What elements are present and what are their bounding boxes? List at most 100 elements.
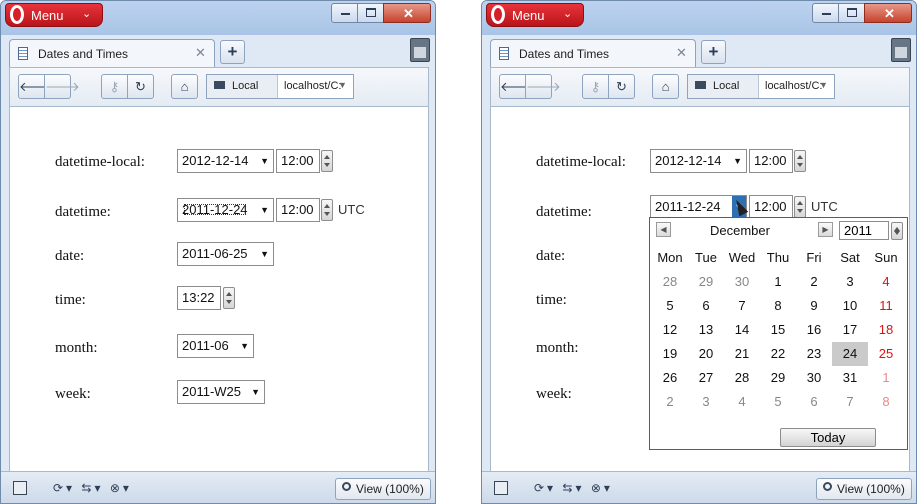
week-select[interactable]: 2011-W25 ▼ bbox=[177, 380, 265, 404]
calendar-day[interactable]: 2 bbox=[796, 270, 832, 294]
datetime-date-select[interactable]: 2011-12-24 ▼ bbox=[177, 198, 274, 222]
spinner-icon[interactable] bbox=[321, 150, 333, 172]
calendar-day[interactable]: 17 bbox=[832, 318, 868, 342]
calendar-day[interactable]: 28 bbox=[724, 366, 760, 390]
zoom-button[interactable]: View (100%) bbox=[335, 478, 431, 500]
datetime-local-date-select[interactable]: 2012-12-14 ▼ bbox=[650, 149, 747, 173]
reload-button[interactable]: ↻ bbox=[127, 74, 154, 99]
address-field[interactable]: Local localhost/C: ▼ bbox=[206, 74, 354, 99]
status-icons[interactable]: ⟳▾ ⇆▾ ⊗▾ bbox=[534, 481, 613, 495]
calendar-day[interactable]: 16 bbox=[796, 318, 832, 342]
close-window-button[interactable]: ✕ bbox=[864, 3, 912, 23]
calendar-day[interactable]: 30 bbox=[796, 366, 832, 390]
calendar-day[interactable]: 30 bbox=[724, 270, 760, 294]
calendar-day[interactable]: 6 bbox=[688, 294, 724, 318]
chevron-down-icon[interactable]: ▼ bbox=[338, 80, 347, 90]
calendar-day[interactable]: 21 bbox=[724, 342, 760, 366]
reload-button[interactable]: ↻ bbox=[608, 74, 635, 99]
datetime-date-select[interactable]: 2011-12-24 ▼ bbox=[650, 195, 747, 219]
calendar-day[interactable]: 12 bbox=[652, 318, 688, 342]
back-button[interactable]: 🡐 bbox=[499, 74, 535, 99]
calendar-day[interactable]: 13 bbox=[688, 318, 724, 342]
trash-icon[interactable] bbox=[891, 38, 911, 62]
chevron-down-icon[interactable]: ▼ bbox=[819, 80, 828, 90]
maximize-button[interactable] bbox=[838, 3, 865, 23]
calendar-day[interactable]: 3 bbox=[832, 270, 868, 294]
calendar-day[interactable]: 29 bbox=[760, 366, 796, 390]
maximize-button[interactable] bbox=[357, 3, 384, 23]
calendar-day[interactable]: 22 bbox=[760, 342, 796, 366]
calendar-day[interactable]: 11 bbox=[868, 294, 904, 318]
calendar-day[interactable]: 27 bbox=[688, 366, 724, 390]
calendar-day[interactable]: 5 bbox=[760, 390, 796, 414]
calendar-day[interactable]: 2 bbox=[652, 390, 688, 414]
address-field[interactable]: Local localhost/C: ▼ bbox=[687, 74, 835, 99]
datetime-time-input[interactable]: 12:00 bbox=[276, 198, 320, 222]
calendar-day[interactable]: 26 bbox=[652, 366, 688, 390]
zoom-button[interactable]: View (100%) bbox=[816, 478, 912, 500]
close-tab-icon[interactable]: ✕ bbox=[195, 45, 206, 61]
calendar-day[interactable]: 20 bbox=[688, 342, 724, 366]
next-month-button[interactable]: ▶ bbox=[818, 222, 833, 237]
prev-month-button[interactable]: ◀ bbox=[656, 222, 671, 237]
close-tab-icon[interactable]: ✕ bbox=[676, 45, 687, 61]
calendar-day[interactable]: 1 bbox=[760, 270, 796, 294]
trash-icon[interactable] bbox=[410, 38, 430, 62]
today-button[interactable]: Today bbox=[780, 428, 876, 447]
calendar-day[interactable]: 10 bbox=[832, 294, 868, 318]
time-input[interactable]: 13:22 bbox=[177, 286, 221, 310]
close-window-button[interactable]: ✕ bbox=[383, 3, 431, 23]
datetime-local-time-input[interactable]: 12:00 bbox=[749, 149, 793, 173]
calendar-day[interactable]: 19 bbox=[652, 342, 688, 366]
forward-button[interactable]: 🡒 bbox=[525, 74, 561, 99]
calendar-day[interactable]: 7 bbox=[724, 294, 760, 318]
menu-button[interactable]: Menu ⌄ bbox=[486, 3, 584, 27]
calendar-day[interactable]: 14 bbox=[724, 318, 760, 342]
calendar-day[interactable]: 18 bbox=[868, 318, 904, 342]
home-button[interactable]: ⌂ bbox=[171, 74, 198, 99]
back-button[interactable]: 🡐 bbox=[18, 74, 54, 99]
calendar-day[interactable]: 6 bbox=[796, 390, 832, 414]
calendar-day[interactable]: 23 bbox=[796, 342, 832, 366]
calendar-day[interactable]: 8 bbox=[760, 294, 796, 318]
tab-dates-and-times[interactable]: Dates and Times ✕ bbox=[490, 39, 696, 67]
calendar-day[interactable]: 7 bbox=[832, 390, 868, 414]
date-select[interactable]: 2011-06-25 ▼ bbox=[177, 242, 274, 266]
calendar-day[interactable]: 1 bbox=[868, 366, 904, 390]
calendar-day[interactable]: 9 bbox=[796, 294, 832, 318]
month-select[interactable]: 2011-06 ▼ bbox=[177, 334, 254, 358]
calendar-day[interactable]: 8 bbox=[868, 390, 904, 414]
calendar-day[interactable]: 25 bbox=[868, 342, 904, 366]
year-spinner-icon[interactable] bbox=[891, 222, 903, 240]
forward-button[interactable]: 🡒 bbox=[44, 74, 80, 99]
calendar-day[interactable]: 24 bbox=[832, 342, 868, 366]
calendar-day[interactable]: 4 bbox=[868, 270, 904, 294]
panel-toggle-icon[interactable] bbox=[13, 481, 27, 495]
spinner-icon[interactable] bbox=[794, 150, 806, 172]
calendar-day[interactable]: 29 bbox=[688, 270, 724, 294]
calendar-day[interactable]: 3 bbox=[688, 390, 724, 414]
new-tab-button[interactable]: + bbox=[701, 40, 726, 64]
spinner-icon[interactable] bbox=[321, 199, 333, 221]
calendar-year-input[interactable]: 2011 bbox=[839, 221, 889, 240]
calendar-day[interactable]: 31 bbox=[832, 366, 868, 390]
datetime-local-date-select[interactable]: 2012-12-14 ▼ bbox=[177, 149, 274, 173]
minimize-button[interactable] bbox=[331, 3, 358, 23]
status-icons[interactable]: ⟳▾ ⇆▾ ⊗▾ bbox=[53, 481, 132, 495]
calendar-day[interactable]: 15 bbox=[760, 318, 796, 342]
calendar-day[interactable]: 5 bbox=[652, 294, 688, 318]
spinner-icon[interactable] bbox=[223, 287, 235, 309]
menu-button[interactable]: Menu ⌄ bbox=[5, 3, 103, 27]
calendar-day[interactable]: 4 bbox=[724, 390, 760, 414]
panel-toggle-icon[interactable] bbox=[494, 481, 508, 495]
datetime-time-input[interactable]: 12:00 bbox=[749, 195, 793, 219]
calendar-day[interactable]: 28 bbox=[652, 270, 688, 294]
new-tab-button[interactable]: + bbox=[220, 40, 245, 64]
home-button[interactable]: ⌂ bbox=[652, 74, 679, 99]
spinner-icon[interactable] bbox=[794, 196, 806, 218]
key-icon[interactable]: ⚷ bbox=[101, 74, 128, 99]
key-icon[interactable]: ⚷ bbox=[582, 74, 609, 99]
minimize-button[interactable] bbox=[812, 3, 839, 23]
tab-dates-and-times[interactable]: Dates and Times ✕ bbox=[9, 39, 215, 67]
datetime-local-time-input[interactable]: 12:00 bbox=[276, 149, 320, 173]
